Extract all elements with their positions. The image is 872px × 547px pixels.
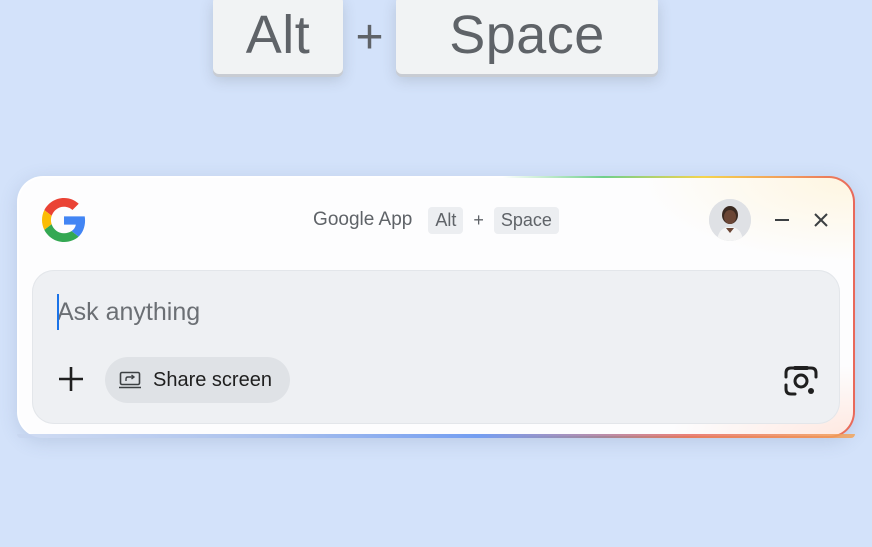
- alt-keycap-label: Alt: [245, 5, 311, 65]
- text-cursor: [57, 294, 59, 330]
- minimize-icon: [775, 219, 789, 221]
- app-title: Google App: [313, 209, 413, 230]
- google-lens-icon: [784, 366, 818, 396]
- prompt-card: Share screen: [32, 270, 840, 424]
- ask-input[interactable]: [57, 292, 797, 332]
- google-app-window: Google App Alt + Space Ask anything Shar…: [19, 178, 853, 436]
- title-alt-key: Alt: [428, 206, 464, 234]
- close-button[interactable]: [803, 202, 839, 238]
- avatar-photo: [709, 199, 751, 241]
- share-screen-button[interactable]: Share screen: [105, 357, 290, 403]
- minimize-button[interactable]: [764, 202, 800, 238]
- plus-icon: [59, 367, 83, 391]
- share-screen-label: Share screen: [153, 368, 272, 391]
- add-button[interactable]: [54, 362, 88, 396]
- alt-keycap: Alt: [213, 0, 343, 74]
- account-avatar[interactable]: [709, 199, 751, 241]
- title-space-key: Space: [493, 206, 559, 234]
- google-app-window-frame: Google App Alt + Space Ask anything Shar…: [17, 176, 855, 438]
- google-lens-button[interactable]: [782, 362, 820, 400]
- space-keycap: Space: [396, 0, 658, 74]
- space-keycap-label: Space: [449, 5, 605, 65]
- screen-share-icon: [119, 371, 141, 389]
- close-icon: [814, 213, 828, 227]
- title-shortcut-plus: +: [473, 209, 484, 230]
- shortcut-plus: +: [355, 10, 384, 64]
